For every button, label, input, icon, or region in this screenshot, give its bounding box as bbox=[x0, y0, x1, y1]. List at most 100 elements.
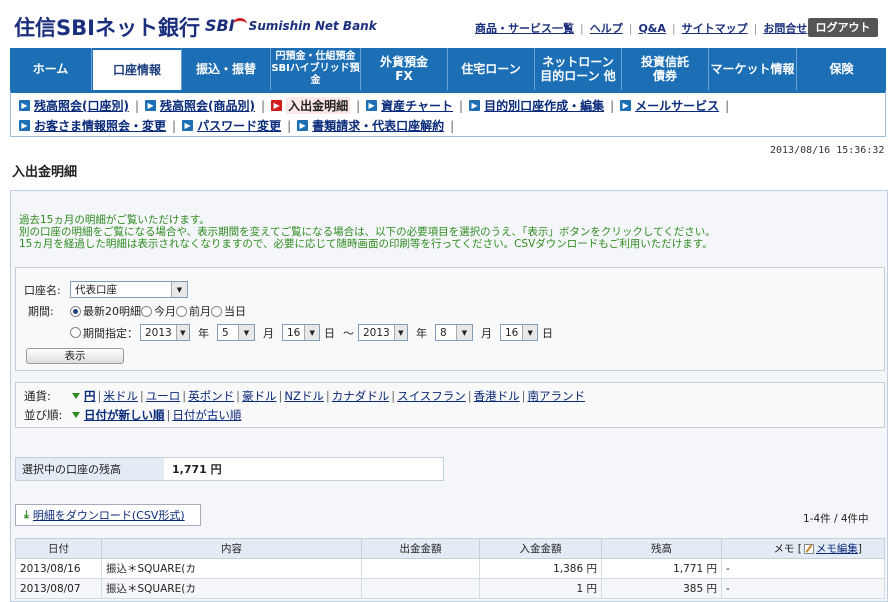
currency-nzd[interactable]: NZドル bbox=[284, 388, 323, 404]
arrow-icon: ▶ bbox=[19, 120, 30, 131]
arrow-icon: ▶ bbox=[145, 100, 157, 111]
logout-button[interactable]: ログアウト bbox=[808, 18, 878, 37]
top-link-help[interactable]: ヘルプ bbox=[590, 20, 623, 36]
to-month-select[interactable]: 8 ▼ bbox=[435, 324, 473, 341]
bank-logo-english[interactable]: SBI Sumishin Net Bank bbox=[205, 16, 377, 35]
to-day-select[interactable]: 16 ▼ bbox=[500, 324, 538, 341]
separator: | bbox=[521, 389, 526, 403]
arrow-icon: ▶ bbox=[271, 100, 283, 111]
logo-sbi-text: SBI bbox=[205, 16, 235, 35]
from-year-select[interactable]: 2013 ▼ bbox=[140, 324, 190, 341]
chevron-down-icon: ▼ bbox=[175, 325, 189, 340]
notice-line: 15ヵ月を経過した明細は表示されなくなりますので、必要に応じて随時画面の印刷等を… bbox=[19, 238, 713, 250]
separator: | bbox=[182, 389, 187, 403]
from-day-select[interactable]: 16 ▼ bbox=[282, 324, 320, 341]
nav-yen-deposit[interactable]: 円預金・仕組預金 SBIハイブリッド預金 bbox=[271, 48, 361, 90]
sub-item-document-request[interactable]: ▶ 書類請求・代表口座解約 bbox=[297, 117, 444, 134]
nav-foreign-deposit[interactable]: 外貨預金 FX bbox=[361, 48, 448, 90]
radio-label: 前月 bbox=[189, 305, 211, 318]
arrow-icon: ▶ bbox=[297, 120, 309, 131]
sub-item-customer-info[interactable]: ▶ お客さま情報照会・変更 bbox=[19, 117, 166, 134]
sub-item-password-change[interactable]: ▶ パスワード変更 bbox=[182, 117, 281, 134]
chevron-down-icon: ▼ bbox=[238, 325, 254, 340]
nav-housing-loan[interactable]: 住宅ローン bbox=[448, 48, 535, 90]
logo-sumishin-text: Sumishin bbox=[248, 18, 311, 33]
sub-item-balance-by-product[interactable]: ▶ 残高照会(商品別) bbox=[145, 97, 255, 114]
nav-net-loan[interactable]: ネットローン 目的ローン 他 bbox=[535, 48, 622, 90]
sub-item-asset-chart[interactable]: ▶ 資産チャート bbox=[366, 97, 453, 114]
bracket: ] bbox=[857, 543, 862, 555]
currency-label: 通貨: bbox=[24, 389, 51, 403]
period-label: 期間: bbox=[28, 305, 54, 318]
header: 住信SBIネット銀行 SBI Sumishin Net Bank 商品・サービス… bbox=[0, 0, 896, 46]
account-select[interactable]: 代表口座 ▼ bbox=[70, 281, 188, 298]
select-value: 16 bbox=[505, 326, 519, 339]
sub-item-purpose-account[interactable]: ▶ 目的別口座作成・編集 bbox=[469, 97, 604, 114]
cell-date: 2013/08/07 bbox=[15, 578, 102, 599]
sort-oldest[interactable]: 日付が古い順 bbox=[172, 407, 241, 423]
select-value: 5 bbox=[222, 326, 229, 339]
sub-nav-row: ▶ お客さま情報照会・変更 | ▶ パスワード変更 | ▶ 書類請求・代表口座解約 | bbox=[19, 117, 460, 134]
currency-eur[interactable]: ユーロ bbox=[146, 388, 181, 404]
sort-newest[interactable]: 日付が新しい順 bbox=[84, 407, 165, 423]
radio-last-month[interactable] bbox=[176, 305, 187, 317]
currency-zar[interactable]: 南アランド bbox=[528, 388, 586, 404]
currency-gbp[interactable]: 英ポンド bbox=[188, 388, 234, 404]
top-link-sitemap[interactable]: サイトマップ bbox=[682, 20, 748, 36]
transactions-table: 日付 内容 出金金額 入金金額 残高 メモ [メモ編集] 2013/08/16 … bbox=[15, 538, 885, 599]
currency-chf[interactable]: スイスフラン bbox=[397, 388, 466, 404]
sub-item-label: 書類請求・代表口座解約 bbox=[312, 119, 445, 133]
radio-today[interactable] bbox=[211, 305, 222, 317]
sub-item-label: 残高照会(商品別) bbox=[160, 99, 256, 113]
currency-cad[interactable]: カナダドル bbox=[332, 388, 390, 404]
currency-aud[interactable]: 豪ドル bbox=[242, 388, 277, 404]
radio-period-specify[interactable] bbox=[70, 327, 81, 338]
chevron-down-icon: ▼ bbox=[171, 282, 187, 297]
top-link-products[interactable]: 商品・サービス一覧 bbox=[475, 20, 574, 36]
header-content: 内容 bbox=[101, 538, 362, 559]
cell-content: 振込＊SQUARE(カ bbox=[101, 578, 362, 599]
day-unit: 日 bbox=[324, 326, 335, 340]
separator: | bbox=[172, 118, 177, 133]
nav-account-info[interactable]: 口座情報 bbox=[92, 48, 182, 90]
notice-text: 過去15ヵ月の明細がご覧いただけます。 別の口座の明細をご覧になる場合や、表示期… bbox=[19, 214, 716, 250]
nav-transfer[interactable]: 振込・振替 bbox=[182, 48, 271, 90]
arrow-icon: ▶ bbox=[366, 100, 378, 111]
separator: | bbox=[628, 21, 633, 35]
chevron-down-icon: ▼ bbox=[304, 325, 319, 340]
period-specify-label: 期間指定： bbox=[83, 326, 138, 340]
nav-market-info[interactable]: マーケット情報 bbox=[709, 48, 797, 90]
balance-box: 選択中の口座の残高 1,771 円 bbox=[15, 457, 444, 481]
table-row: 2013/08/07 振込＊SQUARE(カ 1 円 385 円 - bbox=[15, 578, 885, 599]
balance-label: 選択中の口座の残高 bbox=[16, 458, 164, 480]
separator: | bbox=[391, 389, 396, 403]
nav-insurance[interactable]: 保険 bbox=[797, 48, 886, 90]
top-link-contact[interactable]: お問合せ bbox=[763, 20, 807, 36]
nav-home[interactable]: ホーム bbox=[10, 48, 92, 90]
currency-usd[interactable]: 米ドル bbox=[103, 388, 138, 404]
csv-download-button[interactable]: ⤓ 明細をダウンロード(CSV形式) bbox=[15, 504, 201, 526]
logo-netbank-text: Net Bank bbox=[314, 18, 377, 33]
top-link-qa[interactable]: Q&A bbox=[638, 22, 665, 35]
csv-download-label: 明細をダウンロード(CSV形式) bbox=[32, 509, 185, 522]
separator: | bbox=[97, 389, 102, 403]
nav-investment[interactable]: 投資信託 債券 bbox=[622, 48, 709, 90]
currency-yen[interactable]: 円 bbox=[84, 388, 96, 404]
memo-edit-link[interactable]: [メモ編集] bbox=[798, 543, 862, 555]
sub-item-mail-service[interactable]: ▶ メールサービス bbox=[620, 97, 719, 114]
table-header-row: 日付 内容 出金金額 入金金額 残高 メモ [メモ編集] bbox=[15, 538, 885, 559]
select-value: 8 bbox=[440, 326, 447, 339]
show-button[interactable]: 表示 bbox=[26, 348, 124, 364]
arrow-icon: ▶ bbox=[19, 100, 30, 111]
bank-logo-japanese[interactable]: 住信SBIネット銀行 bbox=[14, 12, 200, 42]
sub-item-label: 資産チャート bbox=[381, 99, 454, 113]
sub-item-balance-by-account[interactable]: ▶ 残高照会(口座別) bbox=[19, 97, 129, 114]
account-label: 口座名: bbox=[24, 283, 61, 297]
radio-this-month[interactable] bbox=[141, 305, 152, 317]
chevron-down-icon: ▼ bbox=[393, 325, 407, 340]
from-month-select[interactable]: 5 ▼ bbox=[217, 324, 255, 341]
radio-latest-20[interactable] bbox=[70, 305, 81, 317]
sub-item-transactions[interactable]: ▶ 入出金明細 bbox=[271, 97, 351, 114]
to-year-select[interactable]: 2013 ▼ bbox=[358, 324, 408, 341]
currency-hkd[interactable]: 香港ドル bbox=[474, 388, 520, 404]
